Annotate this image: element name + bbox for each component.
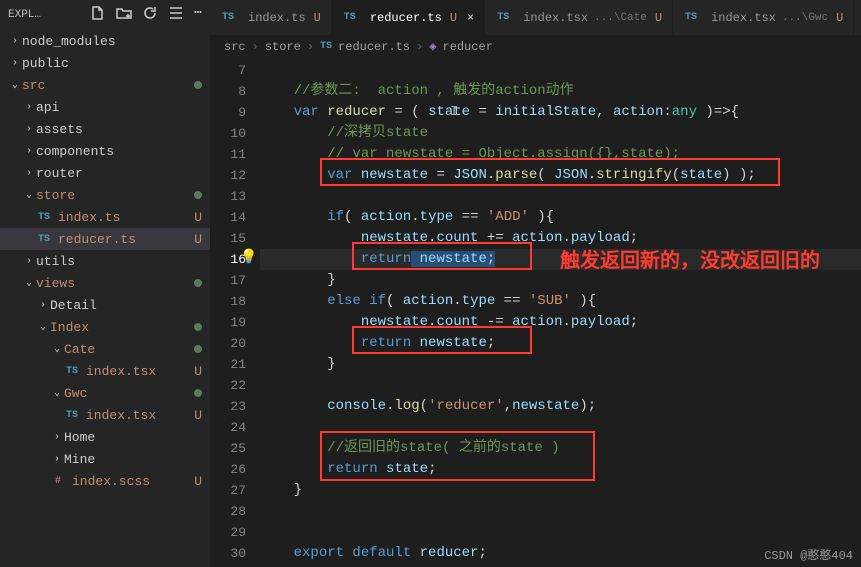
editor-tabs: TSindex.tsU TSreducer.tsU× TSindex.tsx..… bbox=[210, 0, 861, 35]
tab-reducer-ts[interactable]: TSreducer.tsU× bbox=[332, 0, 485, 35]
collapse-icon[interactable] bbox=[168, 5, 184, 25]
folder-mine[interactable]: ›Mine bbox=[0, 448, 210, 470]
file-index-tsx-gwc[interactable]: TSindex.tsxU bbox=[0, 404, 210, 426]
text-cursor-icon: I bbox=[450, 104, 458, 120]
ts-icon: TS bbox=[495, 10, 511, 26]
lightbulb-icon[interactable]: 💡 bbox=[240, 249, 257, 266]
tab-index-tsx-gwc[interactable]: TSindex.tsx...\GwcU bbox=[673, 0, 854, 35]
line-numbers: 7891011121314151617181920212223242526272… bbox=[210, 58, 260, 567]
close-icon[interactable]: × bbox=[467, 11, 474, 25]
folder-gwc[interactable]: ⌄Gwc bbox=[0, 382, 210, 404]
ts-icon: TS bbox=[342, 10, 358, 26]
folder-node-modules[interactable]: ›node_modules bbox=[0, 30, 210, 52]
watermark: CSDN @憨憨404 bbox=[764, 546, 853, 563]
symbol-icon: ◈ bbox=[429, 39, 436, 54]
folder-views[interactable]: ⌄views bbox=[0, 272, 210, 294]
crumb-symbol: reducer bbox=[443, 40, 493, 54]
code-editor[interactable]: 7891011121314151617181920212223242526272… bbox=[210, 58, 861, 567]
file-index-tsx-cate[interactable]: TSindex.tsxU bbox=[0, 360, 210, 382]
breadcrumb[interactable]: src› store› TSreducer.ts› ◈reducer bbox=[210, 35, 861, 58]
ts-icon: TS bbox=[64, 363, 80, 379]
explorer-sidebar: EXPL… ⋯ ›node_modules ›public ⌄src ›api … bbox=[0, 0, 210, 567]
ts-icon: TS bbox=[320, 41, 332, 52]
more-icon[interactable]: ⋯ bbox=[194, 5, 202, 25]
editor-area: TSindex.tsU TSreducer.tsU× TSindex.tsx..… bbox=[210, 0, 861, 567]
crumb-file: reducer.ts bbox=[338, 40, 410, 54]
folder-api[interactable]: ›api bbox=[0, 96, 210, 118]
file-reducer-ts[interactable]: TSreducer.tsU bbox=[0, 228, 210, 250]
folder-components[interactable]: ›components bbox=[0, 140, 210, 162]
ts-icon: TS bbox=[683, 10, 699, 26]
file-tree: ›node_modules ›public ⌄src ›api ›assets … bbox=[0, 30, 210, 567]
explorer-header: EXPL… ⋯ bbox=[0, 0, 210, 30]
crumb-src: src bbox=[224, 40, 246, 54]
folder-home[interactable]: ›Home bbox=[0, 426, 210, 448]
folder-store[interactable]: ⌄store bbox=[0, 184, 210, 206]
tab-index-tsx-cate[interactable]: TSindex.tsx...\CateU bbox=[485, 0, 673, 35]
new-folder-icon[interactable] bbox=[116, 5, 132, 25]
explorer-title: EXPL… bbox=[8, 9, 90, 21]
refresh-icon[interactable] bbox=[142, 5, 158, 25]
folder-src[interactable]: ⌄src bbox=[0, 74, 210, 96]
file-index-ts[interactable]: TSindex.tsU bbox=[0, 206, 210, 228]
folder-detail[interactable]: ›Detail bbox=[0, 294, 210, 316]
folder-public[interactable]: ›public bbox=[0, 52, 210, 74]
folder-cate[interactable]: ⌄Cate bbox=[0, 338, 210, 360]
ts-icon: TS bbox=[64, 407, 80, 423]
ts-icon: TS bbox=[36, 209, 52, 225]
folder-assets[interactable]: ›assets bbox=[0, 118, 210, 140]
file-index-scss[interactable]: #index.scssU bbox=[0, 470, 210, 492]
code-content[interactable]: //参数二: action , 触发的action动作 var reducer … bbox=[260, 58, 861, 567]
sass-icon: # bbox=[50, 473, 66, 489]
folder-utils[interactable]: ›utils bbox=[0, 250, 210, 272]
ts-icon: TS bbox=[36, 231, 52, 247]
folder-index[interactable]: ⌄Index bbox=[0, 316, 210, 338]
new-file-icon[interactable] bbox=[90, 5, 106, 25]
tab-index-ts[interactable]: TSindex.tsU bbox=[210, 0, 332, 35]
folder-router[interactable]: ›router bbox=[0, 162, 210, 184]
crumb-store: store bbox=[265, 40, 301, 54]
explorer-actions: ⋯ bbox=[90, 5, 202, 25]
ts-icon: TS bbox=[220, 10, 236, 26]
annotation-text: 触发返回新的，没改返回旧的 bbox=[560, 244, 820, 274]
